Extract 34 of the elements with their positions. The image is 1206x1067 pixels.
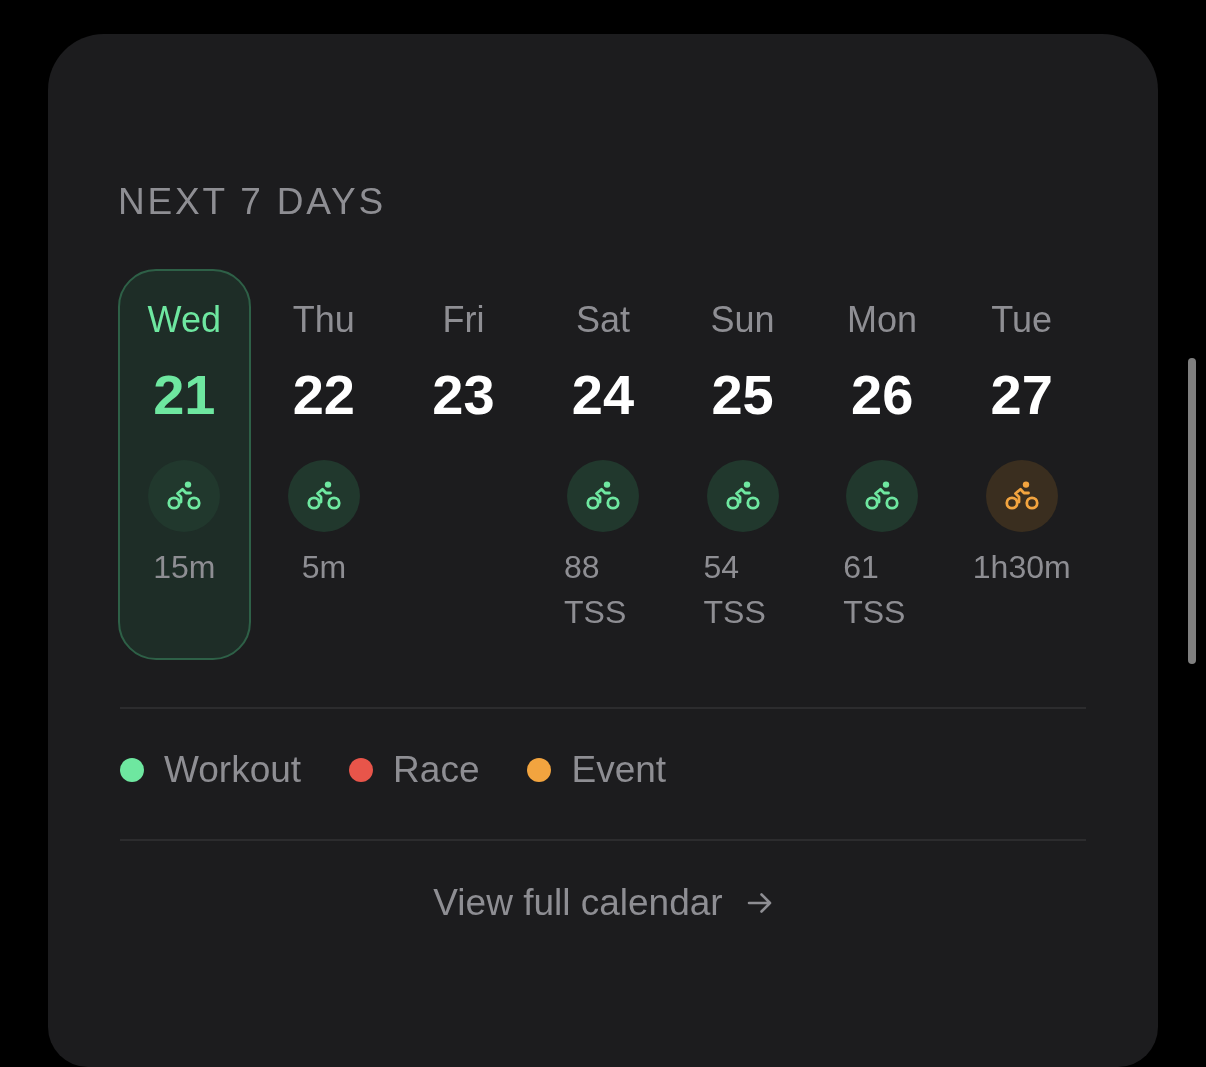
weekday-label: Sun [710,299,775,341]
weekday-label: Thu [292,299,355,341]
weekday-label: Fri [442,299,485,341]
date-number: 26 [851,365,914,425]
date-number: 22 [292,365,355,425]
arrow-right-icon [746,891,773,915]
section-title: NEXT 7 DAYS [118,180,386,224]
activity-reading: 54 TSS [703,548,767,632]
day-column[interactable]: Sun 25 54 TSS [676,269,809,660]
date-number: 25 [711,365,774,425]
date-number: 24 [571,365,635,425]
day-column[interactable]: Sat 24 88 TSS [536,269,670,660]
activity-reading: 5m [301,548,347,587]
day-column[interactable]: Wed 21 15m [118,269,251,660]
legend-label: Workout [164,748,302,792]
view-calendar-link[interactable]: View full calendar [433,881,773,925]
day-column[interactable]: Fri 23 [397,269,530,660]
day-column[interactable]: Tue 27 1h30m [955,269,1088,660]
weekday-label: Tue [991,299,1053,341]
activity-reading: 61 TSS [843,548,907,632]
weekday-label: Wed [147,299,221,341]
weekday-label: Sat [575,299,630,341]
legend-label: Event [571,748,667,792]
legend-label: Race [393,748,480,792]
activity-reading: 88 TSS [564,548,628,632]
scrollbar-thumb[interactable] [1188,358,1196,664]
day-column[interactable]: Thu 22 5m [257,269,391,660]
date-number: 21 [153,365,216,425]
weekday-label: Mon [847,299,918,341]
activity-reading: 1h30m [972,548,1071,587]
date-number: 27 [990,365,1053,425]
day-column[interactable]: Mon 26 61 TSS [815,269,949,660]
date-number: 23 [432,365,495,425]
activity-reading: 15m [153,548,216,587]
